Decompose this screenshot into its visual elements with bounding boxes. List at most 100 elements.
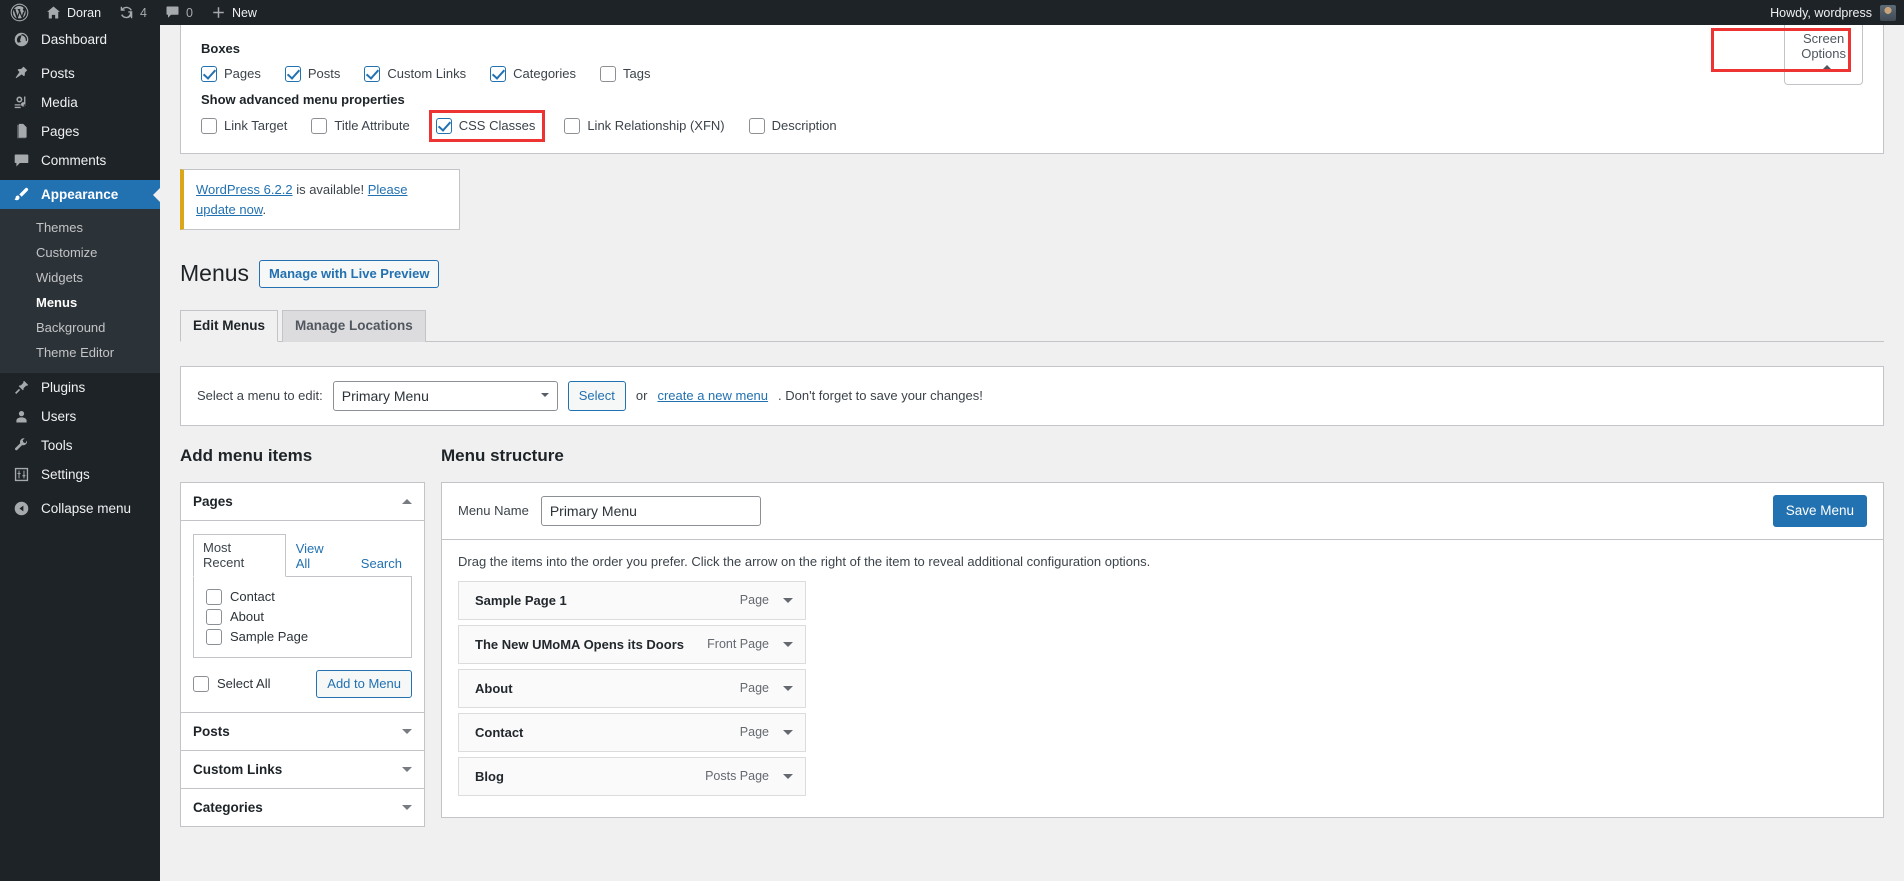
wordpress-version-link[interactable]: WordPress 6.2.2 — [196, 182, 293, 197]
save-menu-button-top[interactable]: Save Menu — [1772, 494, 1867, 527]
menu-item-row[interactable]: Blog Posts Page — [458, 756, 806, 796]
menu-name-input[interactable] — [540, 495, 761, 526]
checkbox-box-icon[interactable] — [193, 675, 209, 692]
advanced-properties-legend: Show advanced menu properties — [201, 92, 405, 107]
new-label: New — [231, 5, 257, 20]
sidebar-item-users[interactable]: Users — [0, 402, 160, 431]
menu-item-row[interactable]: About Page — [458, 668, 806, 708]
chevron-down-icon[interactable] — [783, 597, 793, 608]
checkbox-box-icon[interactable] — [600, 66, 617, 82]
menu-item-title: Sample Page 1 — [475, 592, 567, 608]
manage-with-live-preview-button[interactable]: Manage with Live Preview — [259, 259, 440, 289]
accordion-posts-header[interactable]: Posts — [181, 713, 424, 750]
chevron-down-icon[interactable] — [783, 685, 793, 696]
tab-view-all[interactable]: View All — [286, 535, 351, 577]
sidebar-item-settings[interactable]: Settings — [0, 460, 160, 489]
checkbox-css-classes[interactable]: CSS Classes — [435, 116, 535, 136]
checkbox-link-target[interactable]: Link Target — [201, 116, 287, 136]
submenu-item-widgets[interactable]: Widgets — [0, 265, 160, 290]
my-account-menu[interactable]: Howdy, wordpress — [1770, 4, 1904, 21]
chevron-down-icon[interactable] — [783, 729, 793, 740]
sidebar-item-tools[interactable]: Tools — [0, 431, 160, 460]
create-a-new-menu-link[interactable]: create a new menu — [657, 388, 768, 403]
sidebar-item-dashboard[interactable]: Dashboard — [0, 25, 160, 54]
submenu-item-theme-editor[interactable]: Theme Editor — [0, 340, 160, 365]
submenu-item-customize[interactable]: Customize — [0, 240, 160, 265]
checkbox-tags[interactable]: Tags — [600, 64, 650, 84]
menu-item-meta: Page — [740, 725, 793, 739]
submenu-item-menus[interactable]: Menus — [0, 290, 160, 315]
sidebar-label: Posts — [41, 66, 75, 81]
screen-options-toggle-button[interactable]: Screen Options — [1785, 25, 1862, 84]
howdy-label: Howdy, wordpress — [1770, 5, 1872, 20]
page-checkbox-contact[interactable]: Contact — [206, 587, 399, 607]
menu-name-row: Menu Name Save Menu — [442, 482, 1883, 540]
site-name-menu[interactable]: Doran — [37, 0, 110, 25]
menu-structure-heading: Menu structure — [441, 445, 564, 465]
menu-item-row[interactable]: The New UMoMA Opens its Doors Front Page — [458, 624, 806, 664]
checkbox-title-attribute[interactable]: Title Attribute — [311, 116, 410, 136]
updates-count: 4 — [140, 5, 147, 20]
sidebar-item-comments[interactable]: Comments — [0, 146, 160, 175]
accordion-categories-header[interactable]: Categories — [181, 789, 424, 826]
checkbox-box-icon[interactable] — [206, 608, 222, 625]
checkbox-box-icon[interactable] — [284, 66, 301, 82]
admin-bar: Doran 4 0 New Howdy, wordpress — [0, 0, 1904, 25]
tab-edit-menus[interactable]: Edit Menus — [180, 309, 279, 342]
page-title: Menus Manage with Live Preview — [180, 250, 1884, 293]
content-area: Boxes Pages Posts Custom Links Categorie… — [160, 25, 1904, 881]
checkbox-box-icon[interactable] — [748, 118, 765, 134]
page-checkbox-about[interactable]: About — [206, 607, 399, 627]
chevron-down-icon[interactable] — [783, 773, 793, 784]
checkbox-box-icon[interactable] — [311, 118, 328, 134]
sidebar-item-pages[interactable]: Pages — [0, 117, 160, 146]
updates-menu[interactable]: 4 — [110, 0, 156, 25]
chevron-down-icon[interactable] — [402, 804, 412, 815]
checkbox-box-icon[interactable] — [206, 588, 222, 605]
sidebar-item-media[interactable]: Media — [0, 88, 160, 117]
tab-manage-locations[interactable]: Manage Locations — [282, 309, 426, 342]
menu-select-dropdown[interactable]: Primary Menu — [332, 380, 558, 411]
select-all-checkbox[interactable]: Select All — [193, 674, 270, 694]
checkbox-box-icon[interactable] — [206, 628, 222, 645]
checkbox-box-icon[interactable] — [490, 66, 507, 82]
chevron-down-icon[interactable] — [402, 766, 412, 777]
sidebar-item-posts[interactable]: Posts — [0, 59, 160, 88]
comments-menu[interactable]: 0 — [156, 0, 202, 25]
chevron-down-icon[interactable] — [402, 728, 412, 739]
checkbox-link-relationship-xfn[interactable]: Link Relationship (XFN) — [564, 116, 725, 136]
chevron-down-icon[interactable] — [783, 641, 793, 652]
sidebar-item-plugins[interactable]: Plugins — [0, 373, 160, 402]
checkbox-custom-links[interactable]: Custom Links — [364, 64, 466, 84]
wordpress-logo-icon[interactable] — [0, 0, 37, 25]
checkbox-description[interactable]: Description — [748, 116, 837, 136]
tab-search[interactable]: Search — [351, 550, 412, 577]
accordion-custom-links-header[interactable]: Custom Links — [181, 751, 424, 788]
page-checkbox-sample-page[interactable]: Sample Page — [206, 627, 399, 647]
accordion-pages-header[interactable]: Pages — [181, 483, 424, 521]
new-content-menu[interactable]: New — [202, 0, 266, 25]
checkbox-box-icon[interactable] — [201, 66, 217, 82]
checkbox-pages[interactable]: Pages — [201, 64, 261, 84]
pages-panel-tabs: Most Recent View All Search — [193, 533, 412, 577]
checkbox-box-icon[interactable] — [435, 118, 452, 134]
chevron-up-icon[interactable] — [402, 494, 412, 504]
sidebar-item-collapse-menu[interactable]: Collapse menu — [0, 494, 160, 523]
submenu-item-background[interactable]: Background — [0, 315, 160, 340]
submenu-item-themes[interactable]: Themes — [0, 215, 160, 240]
add-to-menu-button[interactable]: Add to Menu — [316, 669, 412, 698]
checkbox-label: Link Target — [224, 118, 288, 133]
checkbox-box-icon[interactable] — [201, 118, 217, 134]
checkbox-box-icon[interactable] — [364, 66, 381, 82]
checkbox-box-icon[interactable] — [564, 118, 581, 134]
tab-most-recent[interactable]: Most Recent — [193, 533, 286, 577]
select-button[interactable]: Select — [567, 380, 626, 411]
checkbox-posts[interactable]: Posts — [284, 64, 340, 84]
sidebar-item-appearance[interactable]: Appearance — [0, 180, 160, 209]
menu-structure-box: Menu Name Save Menu Drag the items into … — [441, 481, 1884, 818]
menu-item-row[interactable]: Sample Page 1 Page — [458, 580, 806, 620]
menu-item-meta: Posts Page — [705, 769, 793, 783]
pages-panel-actions: Select All Add to Menu — [193, 658, 412, 700]
checkbox-categories[interactable]: Categories — [490, 64, 576, 84]
menu-item-row[interactable]: Contact Page — [458, 712, 806, 752]
